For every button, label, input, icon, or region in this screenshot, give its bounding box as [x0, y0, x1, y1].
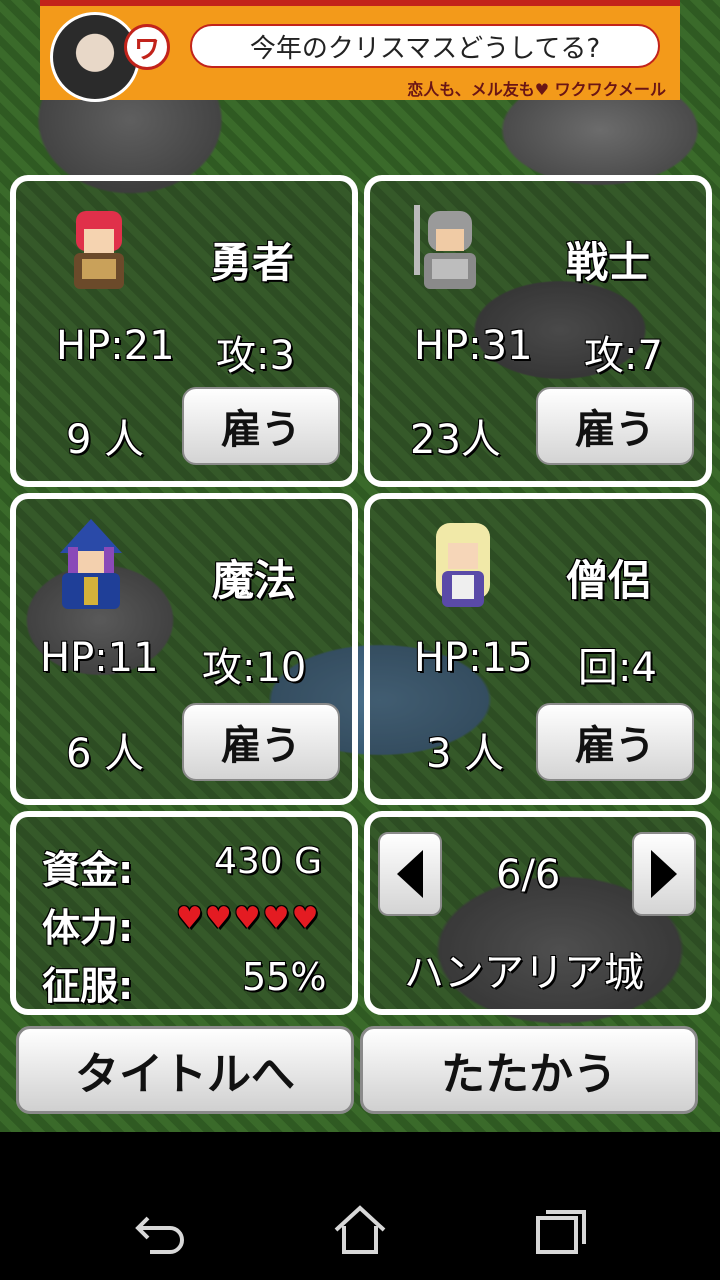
character-hp: HP:11	[40, 635, 159, 681]
prev-stage-button[interactable]	[378, 832, 442, 916]
recent-apps-icon[interactable]	[530, 1200, 590, 1260]
conquest-value: 55%	[242, 955, 327, 999]
status-panel: 資金: 430 G 体力: ♥♥♥♥♥ 征服: 55%	[10, 811, 358, 1015]
funds-value: 430 G	[214, 841, 323, 882]
hire-button[interactable]: 雇う	[182, 703, 340, 781]
character-count: 3 人	[426, 731, 505, 777]
mage-sprite-icon	[60, 519, 122, 609]
character-card-priest: 僧侶 HP:15 回:4 3 人 雇う	[364, 493, 712, 805]
stamina-label: 体力:	[42, 906, 134, 950]
character-hp: HP:21	[56, 323, 175, 369]
character-attack: 攻:7	[584, 333, 663, 379]
hire-button[interactable]: 雇う	[182, 387, 340, 465]
stamina-hearts: ♥♥♥♥♥	[176, 901, 321, 936]
character-card-hero: 勇者 HP:21 攻:3 9 人 雇う	[10, 175, 358, 487]
character-name: 戦士	[566, 238, 651, 287]
hero-sprite-icon	[74, 211, 124, 289]
character-count: 23人	[410, 417, 501, 463]
stage-page: 6/6	[496, 852, 561, 898]
character-card-mage: 魔法 HP:11 攻:10 6 人 雇う	[10, 493, 358, 805]
character-heal: 回:4	[578, 645, 657, 691]
character-card-warrior: 戦士 HP:31 攻:7 23人 雇う	[364, 175, 712, 487]
fight-button[interactable]: たたかう	[360, 1026, 698, 1114]
character-name: 勇者	[210, 238, 295, 287]
home-icon[interactable]	[330, 1200, 390, 1260]
ad-subline: 恋人も、メル友も♥ ワクワクメール	[407, 80, 666, 99]
hire-button[interactable]: 雇う	[536, 387, 694, 465]
character-count: 9 人	[66, 417, 145, 463]
conquest-label: 征服:	[42, 964, 134, 1008]
character-attack: 攻:3	[216, 333, 295, 379]
ad-headline: 今年のクリスマスどうしてる?	[190, 24, 660, 68]
ad-logo-icon: ワ	[124, 24, 170, 70]
character-hp: HP:31	[414, 323, 533, 369]
character-hp: HP:15	[414, 635, 533, 681]
stage-location: ハンアリア城	[404, 950, 644, 996]
character-name: 魔法	[212, 556, 297, 605]
character-name: 僧侶	[566, 556, 651, 605]
character-attack: 攻:10	[202, 645, 307, 691]
hire-button[interactable]: 雇う	[536, 703, 694, 781]
funds-label: 資金:	[42, 848, 134, 892]
back-icon[interactable]	[130, 1200, 190, 1260]
arrow-left-icon	[397, 850, 423, 898]
priest-sprite-icon	[436, 523, 490, 607]
warrior-sprite-icon	[414, 205, 476, 289]
title-button[interactable]: タイトルへ	[16, 1026, 354, 1114]
ad-banner[interactable]: ワ 今年のクリスマスどうしてる? 恋人も、メル友も♥ ワクワクメール	[40, 0, 680, 102]
next-stage-button[interactable]	[632, 832, 696, 916]
arrow-right-icon	[651, 850, 677, 898]
character-count: 6 人	[66, 731, 145, 777]
